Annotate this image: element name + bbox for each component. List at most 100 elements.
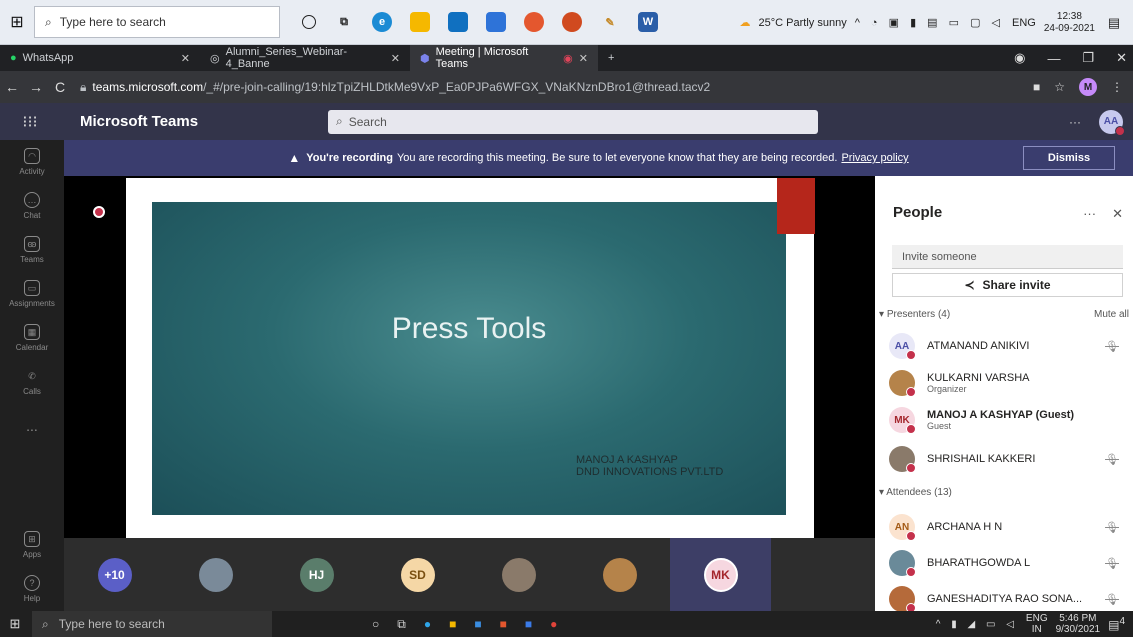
clock[interactable]: 12:38 24-09-2021 (1044, 11, 1095, 35)
more-options-icon[interactable]: ··· (1083, 206, 1096, 222)
edge-icon[interactable]: ● (424, 617, 431, 631)
camera-icon[interactable]: ■ (1033, 80, 1040, 94)
store-icon[interactable] (448, 12, 468, 32)
participant-tile[interactable]: MK (670, 538, 771, 611)
app-icon[interactable]: ■ (525, 617, 532, 631)
mic-off-icon[interactable]: 🎙︎ (1105, 521, 1119, 534)
tray-icons[interactable]: ^ ◔ ▣ ▮ ▤ ▭ ▢ ◁ (855, 16, 1004, 29)
taskbar-search-box[interactable]: ⌕ Type here to search (34, 6, 280, 38)
file-explorer-icon[interactable]: ■ (449, 617, 456, 631)
participant-tile[interactable] (569, 538, 670, 611)
powerpoint-icon[interactable] (562, 12, 582, 32)
cortana-icon[interactable]: ○ (372, 617, 379, 631)
new-tab-button[interactable]: + (598, 45, 624, 71)
chrome-icon[interactable] (524, 12, 544, 32)
rail-teams[interactable]: ꙭ Teams (0, 228, 64, 272)
task-view-icon[interactable]: ⧉ (334, 12, 354, 32)
notification-icon[interactable]: ▤ (1103, 12, 1125, 34)
tab-search-icon[interactable]: ◉ (1014, 50, 1025, 66)
app-icon[interactable] (486, 12, 506, 32)
rail-chat[interactable]: … Chat (0, 184, 64, 228)
rail-more[interactable]: ... (0, 404, 64, 448)
edge-icon[interactable]: e (372, 12, 392, 32)
cortana-icon[interactable] (302, 15, 316, 29)
share-invite-button[interactable]: ≺ Share invite (892, 273, 1123, 297)
taskbar-search-box[interactable]: ⌕ Type here to search (32, 611, 272, 637)
teams-search-input[interactable]: ⌕ Search (328, 109, 818, 134)
region-text: IN (1031, 624, 1042, 635)
chat-icon: … (24, 192, 40, 208)
mail-icon[interactable]: ■ (474, 617, 481, 631)
tab-teams-meeting[interactable]: ⬢ Meeting | Microsoft Teams ◉ ✕ (410, 45, 598, 71)
chrome-icon[interactable]: ● (550, 617, 557, 631)
office-icon[interactable]: ■ (500, 617, 507, 631)
mic-off-icon[interactable]: 🎙︎ (1105, 453, 1119, 466)
reload-icon[interactable]: C (48, 79, 72, 95)
task-view-icon[interactable]: ⧉ (397, 617, 406, 632)
close-tab-icon[interactable]: ✕ (579, 52, 588, 65)
participant-tile[interactable]: SD (367, 538, 468, 611)
apps-icon: ⊞ (24, 531, 40, 547)
warning-icon: ▲ (288, 151, 301, 165)
presenter-row[interactable]: AA ATMANAND ANIKIVI 🎙︎ (889, 328, 1129, 364)
presenter-row[interactable]: MK MANOJ A KASHYAP (Guest) Guest (889, 402, 1129, 438)
browser-menu-icon[interactable]: ⋮ (1111, 80, 1123, 94)
teams-header: ⁝⁝⁝ Microsoft Teams ⌕ Search ··· AA (0, 103, 1133, 140)
app-launcher-icon[interactable]: ⁝⁝⁝ (0, 112, 60, 132)
tab-whatsapp[interactable]: ● WhatsApp ✕ (0, 45, 200, 71)
participant-tile[interactable]: +10 (64, 538, 165, 611)
more-options-icon[interactable]: ··· (1069, 115, 1081, 129)
slide-title: Press Tools (391, 312, 547, 345)
attendees-section-header[interactable]: ▾ Attendees (13) (879, 487, 1129, 498)
mic-off-icon[interactable]: 🎙︎ (1105, 557, 1119, 570)
presenter-row[interactable]: KULKARNI VARSHA Organizer (889, 365, 1129, 401)
rail-activity[interactable]: ◠ Activity (0, 140, 64, 184)
teams-icon: ⬢ (420, 52, 430, 65)
dismiss-button[interactable]: Dismiss (1023, 146, 1115, 170)
language-indicator[interactable]: ENG (1012, 17, 1036, 29)
word-icon[interactable]: W (638, 12, 658, 32)
privacy-policy-link[interactable]: Privacy policy (841, 152, 908, 164)
invite-input[interactable]: Invite someone (892, 245, 1123, 269)
windows-start-icon[interactable]: ⊞ (4, 616, 26, 632)
close-icon[interactable]: ✕ (1112, 206, 1123, 222)
rail-calls[interactable]: ✆ Calls (0, 360, 64, 404)
mic-off-icon[interactable]: 🎙︎ (1105, 593, 1119, 606)
paint-icon[interactable]: ✎ (600, 12, 620, 32)
rail-help[interactable]: ? Help (0, 567, 64, 611)
tab-alumni-series[interactable]: ◎ Alumni_Series_Webinar-4_Banne ✕ (200, 45, 410, 71)
windows-start-icon[interactable]: ⊞ (0, 0, 34, 45)
app-rail: ◠ Activity … Chat ꙭ Teams ▭ Assignments … (0, 140, 64, 611)
minimize-icon[interactable]: — (1047, 51, 1060, 66)
user-avatar[interactable]: AA (1099, 109, 1125, 136)
rail-assignments[interactable]: ▭ Assignments (0, 272, 64, 316)
attendee-row[interactable]: BHARATHGOWDA L 🎙︎ (889, 545, 1129, 581)
restore-icon[interactable]: ❐ (1082, 50, 1094, 66)
rail-apps[interactable]: ⊞ Apps (0, 523, 64, 567)
weather-icon: ☁ (739, 17, 751, 29)
participant-tile[interactable] (165, 538, 266, 611)
person-name: MANOJ A KASHYAP (Guest) (927, 409, 1075, 421)
rail-calendar[interactable]: ▦ Calendar (0, 316, 64, 360)
profile-avatar[interactable]: M (1079, 78, 1097, 96)
clock[interactable]: 5:46 PM 9/30/2021 (1056, 613, 1101, 635)
presenter-row[interactable]: SHRISHAIL KAKKERI 🎙︎ (889, 441, 1129, 477)
notification-icon[interactable]: ▤4 (1108, 616, 1125, 632)
participant-tile[interactable]: HJ (266, 538, 367, 611)
close-tab-icon[interactable]: ✕ (181, 52, 190, 65)
bookmark-star-icon[interactable]: ☆ (1054, 80, 1065, 94)
back-icon[interactable]: ← (0, 79, 24, 95)
weather-text[interactable]: 25°C Partly sunny (759, 17, 847, 29)
url-field[interactable]: 🔒︎ teams.microsoft.com/_#/pre-join-calli… (80, 80, 1033, 95)
tray-icons[interactable]: ^ ▮ ◢ ▭ ◁ (936, 619, 1018, 630)
close-tab-icon[interactable]: ✕ (391, 52, 400, 65)
presenters-section-header[interactable]: ▾ Presenters (4) Mute all (879, 309, 1129, 320)
attendee-row[interactable]: AN ARCHANA H N 🎙︎ (889, 509, 1129, 545)
mic-off-icon[interactable]: 🎙︎ (1105, 340, 1119, 353)
close-window-icon[interactable]: ✕ (1116, 50, 1127, 66)
file-explorer-icon[interactable] (410, 12, 430, 32)
mute-all-button[interactable]: Mute all (1094, 309, 1129, 320)
forward-icon[interactable]: → (24, 79, 48, 95)
language-indicator[interactable]: ENG IN (1026, 613, 1048, 635)
participant-tile[interactable] (468, 538, 569, 611)
